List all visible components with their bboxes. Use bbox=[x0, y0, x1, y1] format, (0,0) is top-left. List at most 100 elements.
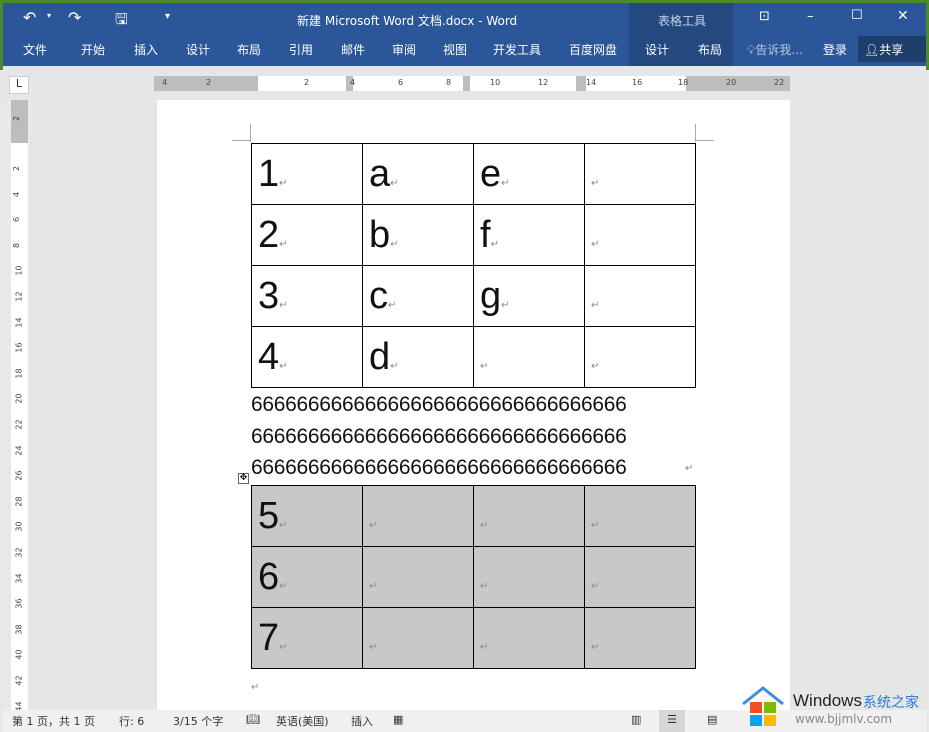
table-cell[interactable]: 5↵ bbox=[251, 485, 363, 547]
tab-review[interactable]: 审阅 bbox=[392, 41, 416, 58]
cell-text: c bbox=[369, 274, 388, 317]
tab-home[interactable]: 开始 bbox=[81, 41, 105, 58]
web-layout-icon[interactable]: ▤ bbox=[707, 713, 717, 726]
table-cell[interactable]: ↵ bbox=[362, 607, 474, 669]
word-count[interactable]: 3/15 个字 bbox=[173, 713, 223, 729]
table-cell[interactable]: ↵ bbox=[584, 546, 696, 608]
table-cell[interactable]: ↵ bbox=[584, 485, 696, 547]
table-move-handle-icon[interactable]: ✥ bbox=[238, 473, 249, 484]
cell-text: 5 bbox=[258, 494, 280, 537]
cell-mark: ↵ bbox=[390, 238, 399, 250]
language[interactable]: 英语(美国) bbox=[276, 713, 329, 729]
table-cell[interactable]: ↵ bbox=[584, 143, 696, 205]
table-cell[interactable]: 6↵ bbox=[251, 546, 363, 608]
login-button[interactable]: 登录 bbox=[823, 41, 847, 58]
table-cell[interactable]: 1↵ bbox=[251, 143, 363, 205]
cell-mark: ↵ bbox=[369, 641, 378, 653]
table-2[interactable]: 5↵ ↵ ↵ ↵ 6↵ ↵ ↵ ↵ 7↵ ↵ ↵ ↵ bbox=[251, 485, 696, 669]
maximize-icon[interactable]: ☐ bbox=[851, 8, 863, 23]
ruler-tick: 2 bbox=[304, 78, 310, 87]
ruler-tick: 22 bbox=[14, 419, 24, 430]
close-icon[interactable]: ✕ bbox=[897, 8, 909, 24]
tab-baidu[interactable]: 百度网盘 bbox=[569, 41, 617, 58]
tab-table-design[interactable]: 设计 bbox=[645, 41, 669, 58]
table-cell[interactable]: ↵ bbox=[362, 485, 474, 547]
line-number[interactable]: 行: 6 bbox=[119, 713, 144, 729]
table-cell[interactable]: ↵ bbox=[584, 265, 696, 327]
insert-mode[interactable]: 插入 bbox=[351, 713, 373, 729]
minimize-icon[interactable]: – bbox=[807, 9, 814, 24]
ruler-tick: 12 bbox=[538, 78, 549, 87]
tab-file[interactable]: 文件 bbox=[23, 41, 47, 58]
table-cell[interactable]: 3↵ bbox=[251, 265, 363, 327]
proofing-icon[interactable]: 📖︎ bbox=[246, 713, 260, 726]
read-mode-icon[interactable]: ▥ bbox=[631, 713, 641, 726]
page-count[interactable]: 第 1 页，共 1 页 bbox=[12, 713, 95, 729]
cell-mark: ↵ bbox=[388, 299, 397, 311]
ruler-tick: 28 bbox=[14, 496, 24, 507]
table-cell[interactable]: ↵ bbox=[584, 326, 696, 388]
paragraph-line[interactable]: 666666666666666666666666666666666 bbox=[251, 393, 627, 417]
macro-icon[interactable]: ▦ bbox=[393, 713, 403, 726]
cell-mark: ↵ bbox=[591, 177, 600, 189]
cell-mark: ↵ bbox=[369, 519, 378, 531]
ruler-tick: 6 bbox=[12, 217, 22, 223]
ruler-tick: 6 bbox=[398, 78, 404, 87]
cell-mark: ↵ bbox=[279, 238, 288, 250]
print-layout-icon[interactable]: ☰ bbox=[659, 710, 685, 732]
table-cell[interactable]: g↵ bbox=[473, 265, 585, 327]
tab-design[interactable]: 设计 bbox=[186, 41, 210, 58]
tab-table-layout[interactable]: 布局 bbox=[698, 41, 722, 58]
cell-mark: ↵ bbox=[279, 177, 288, 189]
tab-selector[interactable]: L bbox=[9, 76, 29, 94]
table-row: 7↵ ↵ ↵ ↵ bbox=[251, 607, 696, 669]
table-cell[interactable]: 2↵ bbox=[251, 204, 363, 266]
table-cell[interactable]: 4↵ bbox=[251, 326, 363, 388]
table-cell[interactable]: 7↵ bbox=[251, 607, 363, 669]
cell-mark: ↵ bbox=[591, 238, 600, 250]
table-cell[interactable]: c↵ bbox=[362, 265, 474, 327]
table-cell[interactable]: ↵ bbox=[473, 326, 585, 388]
cell-mark: ↵ bbox=[591, 299, 600, 311]
table-cell[interactable]: a↵ bbox=[362, 143, 474, 205]
cell-text: a bbox=[369, 152, 391, 195]
table-cell[interactable]: f↵ bbox=[473, 204, 585, 266]
tab-view[interactable]: 视图 bbox=[443, 41, 467, 58]
ruler-tick: 4 bbox=[12, 191, 22, 197]
table-cell[interactable]: ↵ bbox=[584, 204, 696, 266]
tab-mailings[interactable]: 邮件 bbox=[341, 41, 365, 58]
share-button[interactable]: 👤︎共享 bbox=[858, 36, 926, 62]
ruler-tick: 20 bbox=[14, 393, 24, 404]
table-cell[interactable]: b↵ bbox=[362, 204, 474, 266]
table-row: 6↵ ↵ ↵ ↵ bbox=[251, 546, 696, 608]
tab-insert[interactable]: 插入 bbox=[134, 41, 158, 58]
horizontal-ruler[interactable]: 4 2 2 4 6 8 10 12 14 16 18 20 22 bbox=[154, 76, 790, 91]
table-cell[interactable]: ↵ bbox=[473, 485, 585, 547]
tab-layout[interactable]: 布局 bbox=[237, 41, 261, 58]
ruler-tick: 16 bbox=[632, 78, 643, 87]
ribbon-display-icon[interactable]: ⊡ bbox=[759, 9, 770, 24]
ruler-tick: 32 bbox=[14, 547, 24, 558]
ruler-tick: 12 bbox=[14, 291, 24, 302]
ruler-tick: 16 bbox=[14, 342, 24, 353]
paragraph-line[interactable]: 666666666666666666666666666666666 bbox=[251, 425, 627, 449]
tab-references[interactable]: 引用 bbox=[289, 41, 313, 58]
table-cell[interactable]: d↵ bbox=[362, 326, 474, 388]
paragraph-line[interactable]: 666666666666666666666666666666666 bbox=[251, 456, 627, 480]
table-cell[interactable]: ↵ bbox=[473, 607, 585, 669]
table-cell[interactable]: ↵ bbox=[362, 546, 474, 608]
table-cell[interactable]: ↵ bbox=[584, 607, 696, 669]
cell-text: 2 bbox=[258, 213, 280, 256]
table-cell[interactable]: e↵ bbox=[473, 143, 585, 205]
ruler-tick: 2 bbox=[12, 165, 22, 172]
tab-developer[interactable]: 开发工具 bbox=[493, 41, 541, 58]
vertical-ruler[interactable]: 2 2 4 6 8 10 12 14 16 18 20 22 24 26 28 30 32 34 36 38 40 42 4… bbox=[11, 100, 28, 711]
cell-text: 1 bbox=[258, 152, 280, 195]
tell-me[interactable]: 💡︎告诉我... bbox=[747, 41, 803, 58]
cell-text: b bbox=[369, 213, 391, 256]
ruler-tick: 40 bbox=[14, 649, 24, 660]
ruler-tick: 38 bbox=[14, 624, 24, 635]
cell-mark: ↵ bbox=[591, 641, 600, 653]
table-cell[interactable]: ↵ bbox=[473, 546, 585, 608]
table-1[interactable]: 1↵ a↵ e↵ ↵ 2↵ b↵ f↵ ↵ 3↵ c↵ g↵ ↵ 4↵ d↵ ↵ ↵ bbox=[251, 143, 696, 388]
